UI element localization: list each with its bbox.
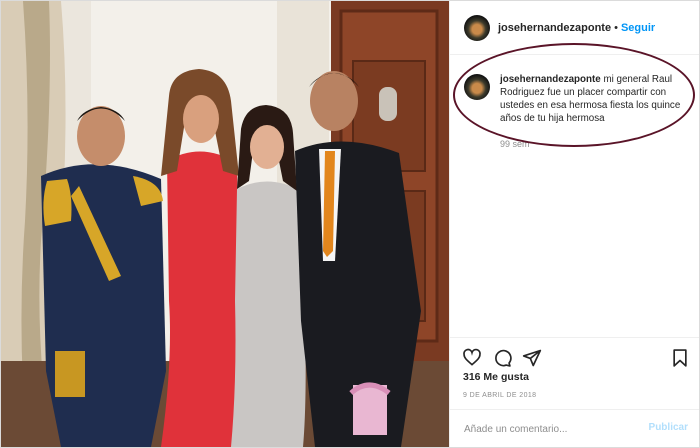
instagram-post: josehernandezaponte • Seguir josehernand… <box>0 0 700 448</box>
comment-body: josehernandezaponte mi general Raul Rodr… <box>500 73 696 125</box>
post-sidebar: josehernandezaponte • Seguir josehernand… <box>449 1 699 447</box>
post-date: 9 DE ABRIL DE 2018 <box>463 392 537 399</box>
likes-count[interactable]: 316 Me gusta <box>463 371 529 383</box>
comment-username[interactable]: josehernandezaponte <box>500 74 601 85</box>
photo-illustration <box>1 1 449 447</box>
share-icon[interactable] <box>522 348 542 368</box>
comment-timestamp: 99 sem <box>500 139 530 149</box>
separator-dot: • <box>614 21 618 34</box>
add-comment-bar: Publicar <box>450 409 699 447</box>
comment-input[interactable] <box>462 420 636 438</box>
caption-comment: josehernandezaponte mi general Raul Rodr… <box>464 73 696 125</box>
follow-button[interactable]: Seguir <box>621 22 655 34</box>
bookmark-icon[interactable] <box>670 348 690 368</box>
publish-button[interactable]: Publicar <box>649 422 688 433</box>
header-username[interactable]: josehernandezaponte <box>498 22 611 34</box>
comment-icon[interactable] <box>492 348 512 368</box>
avatar[interactable] <box>464 14 490 41</box>
heart-icon[interactable] <box>462 348 482 368</box>
post-header: josehernandezaponte • Seguir <box>450 1 699 55</box>
post-photo <box>1 1 449 447</box>
comment-avatar[interactable] <box>464 74 490 100</box>
